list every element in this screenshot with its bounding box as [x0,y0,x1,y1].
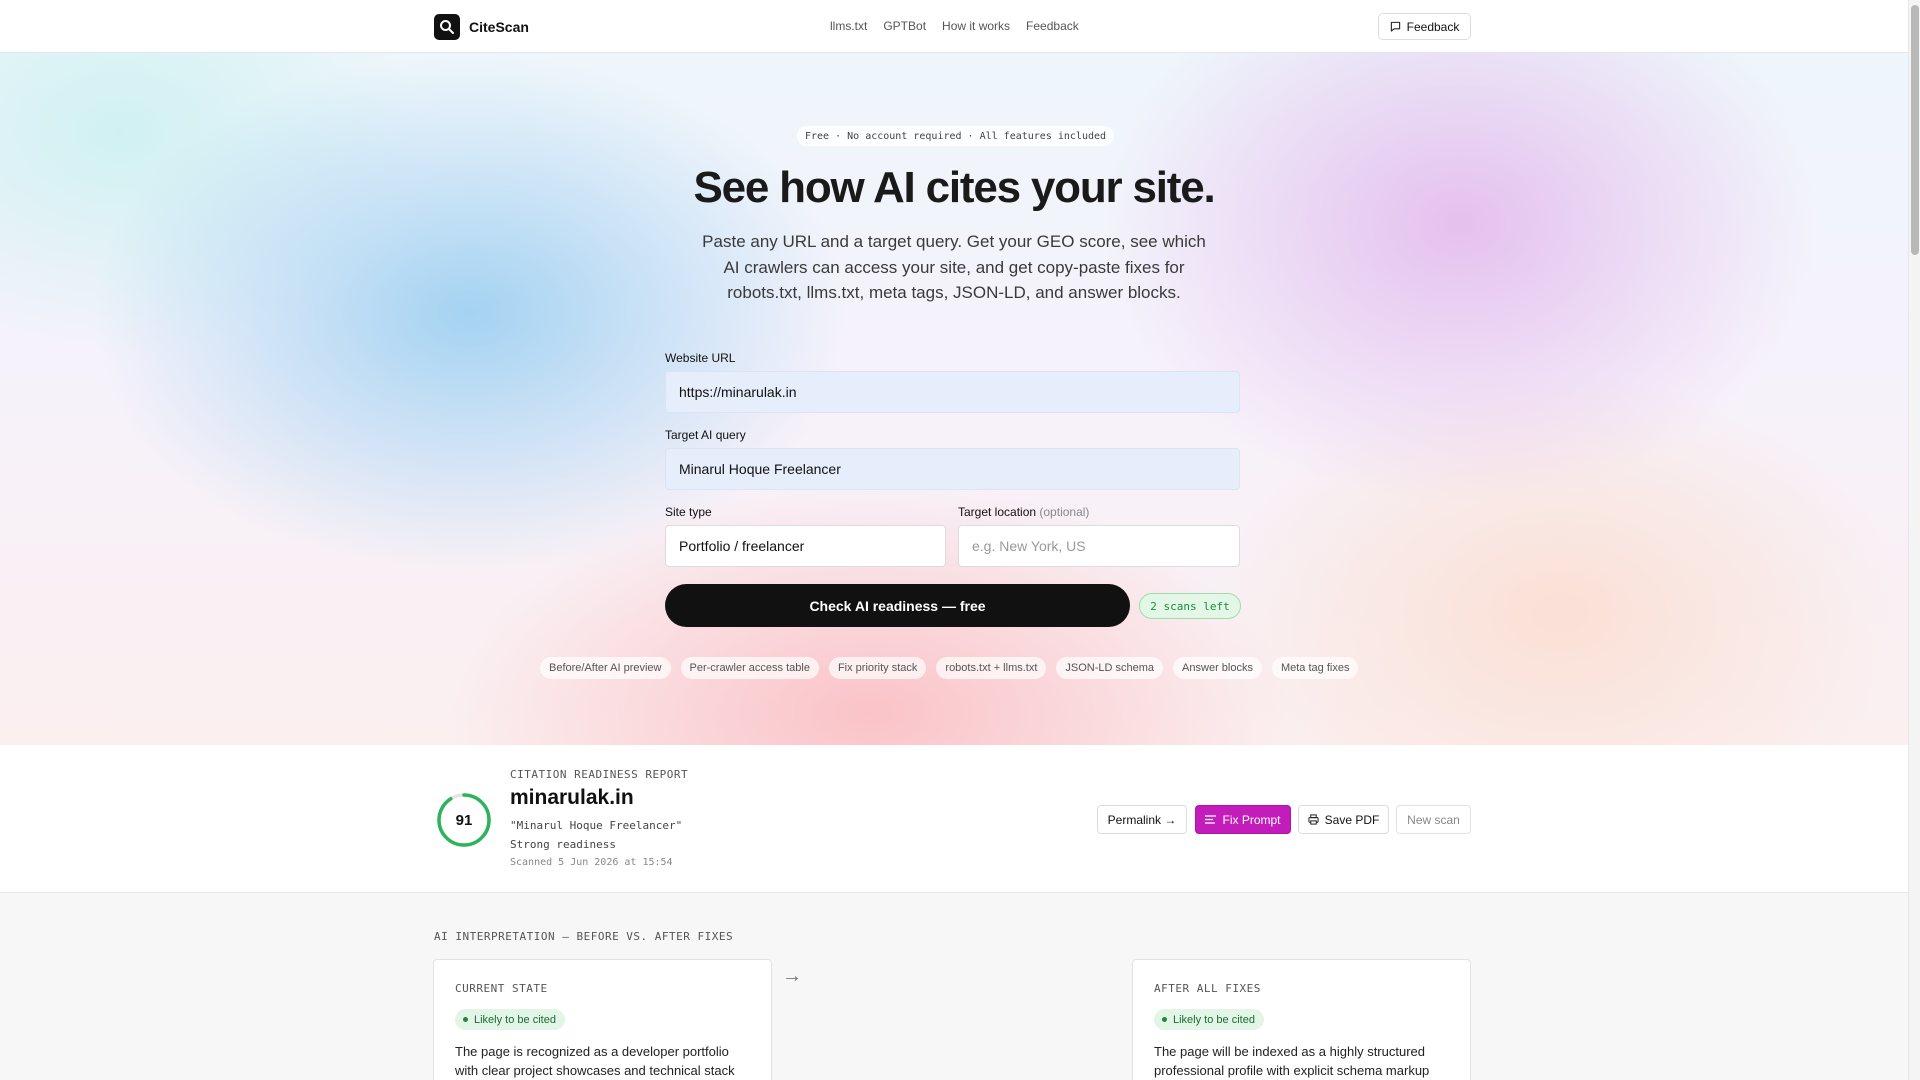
save-pdf-label: Save PDF [1324,812,1380,827]
top-navbar: CiteScan llms.txt GPTBot How it works Fe… [0,0,1908,53]
card-label: AFTER ALL FIXES [1154,982,1261,995]
main-nav: llms.txt GPTBot How it works Feedback [830,19,1079,33]
fix-prompt-button[interactable]: Fix Prompt [1195,805,1291,834]
message-icon [1390,21,1400,32]
hero-section: Free · No account required · All feature… [0,53,1908,745]
feature-chip: robots.txt + llms.txt [936,657,1047,679]
scan-timestamp: Scanned 5 Jun 2026 at 15:54 [510,857,673,868]
brand-logo[interactable]: CiteScan [434,14,529,40]
nav-link-gptbot[interactable]: GPTBot [883,19,926,33]
status-dot-icon [463,1017,468,1022]
nav-link-how-it-works[interactable]: How it works [942,19,1010,33]
printer-icon [1308,814,1319,825]
feature-chip: JSON-LD schema [1056,657,1164,679]
report-label: CITATION READINESS REPORT [510,768,689,781]
arrow-right-icon: → [782,965,802,987]
report-domain: minarulak.in [510,786,634,809]
site-type-select[interactable]: Portfolio / freelancer [665,525,946,567]
report-header: 91 CITATION READINESS REPORT minarulak.i… [0,745,1908,893]
url-input[interactable]: https://minarulak.in [665,371,1240,413]
brand-name: CiteScan [469,19,529,35]
feature-chip: Before/After AI preview [540,657,671,679]
card-description: The page is recognized as a developer po… [455,1044,735,1078]
permalink-button[interactable]: Permalink → [1097,805,1187,834]
feedback-button-label: Feedback [1406,19,1460,34]
scans-left-badge: 2 scans left [1139,593,1241,619]
current-state-card: CURRENT STATE Likely to be cited The pag… [433,959,772,1080]
card-description: The page will be indexed as a highly str… [1154,1044,1430,1078]
new-scan-button[interactable]: New scan [1396,805,1471,834]
location-input[interactable]: e.g. New York, US [958,525,1240,567]
scrollbar-thumb[interactable] [1911,5,1919,255]
section-heading: AI INTERPRETATION — BEFORE VS. AFTER FIX… [434,930,734,943]
citation-status-text: Likely to be cited [1173,1013,1255,1026]
page-title: See how AI cites your site. [693,163,1215,212]
feature-chip: Meta tag fixes [1271,657,1359,679]
free-badge: Free · No account required · All feature… [797,126,1115,146]
check-readiness-button[interactable]: Check AI readiness — free [665,584,1130,627]
url-label: Website URL [665,351,736,365]
nav-link-feedback[interactable]: Feedback [1026,19,1079,33]
location-label: Target location (optional) [958,505,1089,519]
fix-prompt-label: Fix Prompt [1222,812,1281,827]
save-pdf-button[interactable]: Save PDF [1298,805,1389,834]
card-label: CURRENT STATE [455,982,548,995]
location-label-text: Target location [958,505,1037,519]
lines-icon [1205,815,1217,824]
status-dot-icon [1162,1017,1167,1022]
citation-status-badge: Likely to be cited [1154,1009,1264,1030]
site-type-label: Site type [665,505,712,519]
query-label: Target AI query [665,428,746,442]
feature-chip: Per-crawler access table [680,657,819,679]
page-subtitle: Paste any URL and a target query. Get yo… [702,232,1206,302]
nav-link-llms-txt[interactable]: llms.txt [830,19,867,33]
report-query: "Minarul Hoque Freelancer" [510,819,683,832]
feature-chip: Fix priority stack [828,657,927,679]
citation-status-badge: Likely to be cited [455,1009,565,1030]
location-optional-hint: (optional) [1039,505,1090,519]
query-input[interactable]: Minarul Hoque Freelancer [665,448,1240,490]
citation-status-text: Likely to be cited [474,1013,556,1026]
after-fixes-card: AFTER ALL FIXES Likely to be cited The p… [1132,959,1471,1080]
ai-interpretation-section: AI INTERPRETATION — BEFORE VS. AFTER FIX… [0,893,1908,1080]
readiness-status: Strong readiness [510,838,616,851]
page-scrollbar[interactable] [1908,0,1920,1080]
score-value: 91 [455,811,473,829]
feature-chips: Before/After AI preview Per-crawler acce… [540,657,1359,679]
feature-chip: Answer blocks [1173,657,1262,679]
feedback-button[interactable]: Feedback [1378,13,1471,40]
search-icon [434,14,460,40]
